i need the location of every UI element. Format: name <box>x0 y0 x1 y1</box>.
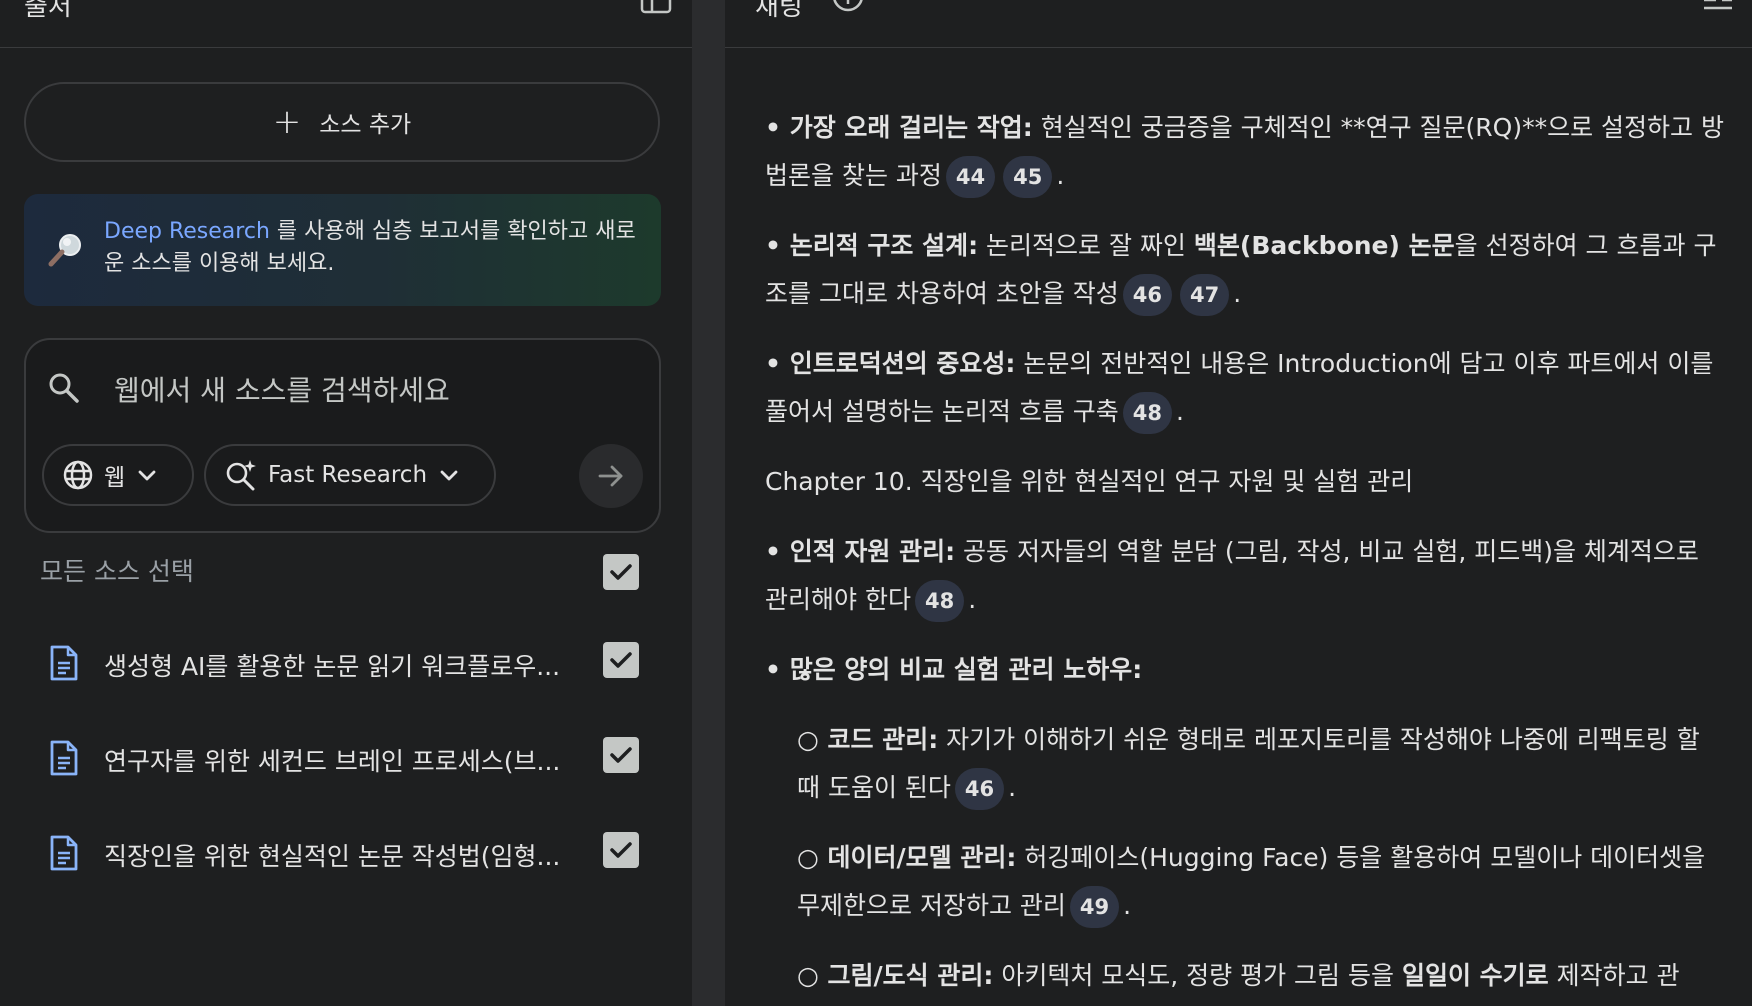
citation-badge[interactable]: 44 <box>945 156 996 198</box>
document-icon <box>50 835 78 871</box>
citation-badge[interactable]: 46 <box>1122 274 1173 316</box>
response-bullet: • 많은 양의 비교 실험 관리 노하우: <box>765 646 1725 694</box>
deep-research-link[interactable]: Deep Research <box>104 219 270 244</box>
citation-badge[interactable]: 46 <box>954 768 1005 810</box>
source-checkbox[interactable] <box>603 642 639 678</box>
chapter-heading: Chapter 10. 직장인을 위한 현실적인 연구 자원 및 실험 관리 <box>765 467 1414 496</box>
chevron-down-icon <box>138 470 156 481</box>
plus-icon: + <box>272 102 302 142</box>
bullet-title: 코드 관리: <box>827 725 939 754</box>
bullet-title: 그림/도식 관리: <box>827 961 994 990</box>
bullet-title: 데이터/모델 관리: <box>827 843 1017 872</box>
sparkle-search-icon <box>226 460 256 491</box>
source-name: 생성형 AI를 활용한 논문 읽기 워크플로우... <box>104 652 561 681</box>
sub-bullet-marker: ○ <box>797 843 828 872</box>
source-checkbox[interactable] <box>603 832 639 868</box>
bullet-text: 제작하고 관 <box>1548 961 1680 990</box>
info-icon[interactable] <box>832 0 864 16</box>
source-name: 직장인을 위한 현실적인 논문 작성법(임형... <box>104 842 561 871</box>
panel-collapse-icon[interactable] <box>640 0 672 16</box>
sources-panel: 출처 + 소스 추가 Deep Research 를 사용해 심층 보고서를 확… <box>0 0 692 1006</box>
bullet-title: 많은 양의 비교 실험 관리 노하우: <box>789 655 1143 684</box>
sources-header: 출처 <box>0 0 692 48</box>
research-mode-label: Fast Research <box>268 462 428 488</box>
citation-badge[interactable]: 47 <box>1180 274 1230 316</box>
citation-badge[interactable]: 48 <box>1122 392 1173 434</box>
document-icon <box>50 740 78 776</box>
options-menu-icon[interactable] <box>1702 0 1734 16</box>
bullet-title: 인적 자원 관리: <box>789 537 956 566</box>
globe-icon <box>63 460 93 490</box>
bullet-title: 논리적 구조 설계: <box>789 231 979 260</box>
deep-research-banner: Deep Research 를 사용해 심층 보고서를 확인하고 새로운 소스를… <box>24 194 661 306</box>
select-all-label: 모든 소스 선택 <box>40 557 194 586</box>
bullet-marker: • <box>765 655 790 684</box>
response-sub-bullet: ○ 코드 관리: 자기가 이해하기 쉬운 형태로 레포지토리를 작성해야 나중에… <box>765 716 1725 812</box>
bullet-marker: • <box>765 113 790 142</box>
chat-header: 채팅 <box>725 0 1752 48</box>
bullet-marker: • <box>765 231 790 260</box>
chevron-down-icon <box>440 470 458 481</box>
magnifier-icon <box>48 234 81 267</box>
checkmark-icon <box>610 747 632 763</box>
source-name: 연구자를 위한 세컨드 브레인 프로세스(브... <box>104 747 561 776</box>
sub-bullet-marker: ○ <box>797 961 828 990</box>
citation-badge[interactable]: 48 <box>914 580 965 622</box>
panel-gutter <box>692 0 725 1006</box>
checkmark-icon <box>610 652 632 668</box>
source-item[interactable]: 연구자를 위한 세컨드 브레인 프로세스(브... <box>0 720 692 790</box>
response-bullet: • 논리적 구조 설계: 논리적으로 잘 짜인 백본(Backbone) 논문을… <box>765 222 1725 318</box>
response-bullet: • 인트로덕션의 중요성: 논문의 전반적인 내용은 Introduction에… <box>765 340 1725 436</box>
bullet-marker: • <box>765 349 790 378</box>
bullet-emphasis: 일일이 수기로 <box>1401 961 1549 990</box>
response-sub-bullet: ○ 그림/도식 관리: 아키텍처 모식도, 정량 평가 그림 등을 일일이 수기… <box>765 952 1725 1000</box>
bullet-title: 가장 오래 걸리는 작업: <box>789 113 1033 142</box>
select-all-checkbox[interactable] <box>603 554 639 590</box>
sub-bullet-marker: ○ <box>797 725 828 754</box>
citation-badge[interactable]: 49 <box>1069 886 1120 928</box>
chat-panel: 채팅 • 가장 오래 걸리는 작업: 현실적인 궁금증을 구체적인 **연구 질… <box>725 0 1752 1006</box>
research-mode-dropdown[interactable]: Fast Research <box>204 444 496 506</box>
citation-badge[interactable]: 45 <box>1003 156 1053 198</box>
checkmark-icon <box>610 564 632 580</box>
bullet-text: 아키텍처 모식도, 정량 평가 그림 등을 <box>993 961 1402 990</box>
chat-response: • 가장 오래 걸리는 작업: 현실적인 궁금증을 구체적인 **연구 질문(R… <box>765 104 1725 1006</box>
search-icon <box>49 373 79 403</box>
source-item[interactable]: 직장인을 위한 현실적인 논문 작성법(임형... <box>0 815 692 885</box>
bullet-emphasis: 백본(Backbone) 논문 <box>1193 231 1455 260</box>
web-scope-label: 웹 <box>104 465 126 491</box>
response-sub-bullet: ○ 데이터/모델 관리: 허깅페이스(Hugging Face) 등을 활용하여… <box>765 834 1725 930</box>
checkmark-icon <box>610 842 632 858</box>
chat-title: 채팅 <box>755 0 803 22</box>
document-icon <box>50 645 78 681</box>
response-bullet: • 가장 오래 걸리는 작업: 현실적인 궁금증을 구체적인 **연구 질문(R… <box>765 104 1725 200</box>
response-bullet: • 인적 자원 관리: 공동 저자들의 역할 분담 (그림, 작성, 비교 실험… <box>765 528 1725 624</box>
sources-title: 출처 <box>24 0 72 22</box>
bullet-text: 논리적으로 잘 짜인 <box>978 231 1194 260</box>
bullet-title: 인트로덕션의 중요성: <box>789 349 1016 378</box>
add-source-button[interactable]: + 소스 추가 <box>24 82 660 162</box>
search-submit-button[interactable] <box>579 444 643 508</box>
source-item[interactable]: 생성형 AI를 활용한 논문 읽기 워크플로우... <box>0 625 692 695</box>
bullet-marker: • <box>765 537 790 566</box>
add-source-label: 소스 추가 <box>319 112 412 138</box>
source-search-box: 웹 Fast Research <box>24 338 661 533</box>
arrow-right-icon <box>598 465 623 487</box>
web-scope-dropdown[interactable]: 웹 <box>42 444 194 506</box>
deep-research-text: Deep Research 를 사용해 심층 보고서를 확인하고 새로운 소스를… <box>104 216 644 280</box>
source-checkbox[interactable] <box>603 737 639 773</box>
source-search-input[interactable] <box>114 370 614 410</box>
